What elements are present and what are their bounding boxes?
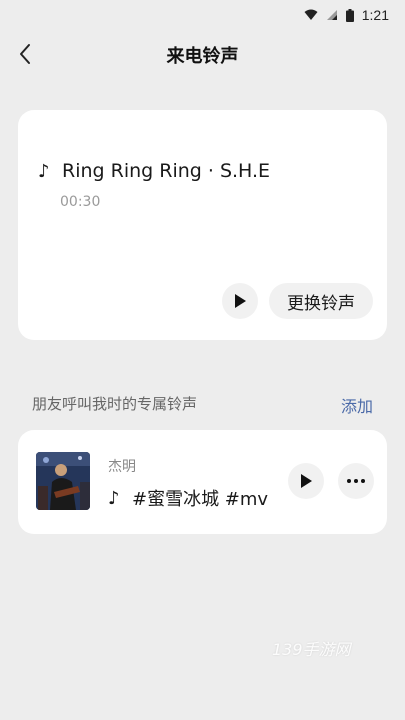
- watermark: 139手游网: [272, 640, 351, 659]
- change-ringtone-button[interactable]: 更换铃声: [269, 283, 373, 319]
- section-title: 朋友呼叫我时的专属铃声: [32, 395, 198, 413]
- more-button[interactable]: [338, 463, 374, 499]
- music-note-icon: ♪: [108, 487, 120, 509]
- ringtone-name: #蜜雪冰城 #mv: [132, 489, 269, 510]
- friend-ringtone: ♪ #蜜雪冰城 #mv: [108, 485, 268, 511]
- more-icon: [347, 479, 365, 483]
- song-title: Ring Ring Ring · S.H.E: [62, 160, 271, 182]
- avatar: [36, 452, 90, 510]
- play-icon: [235, 294, 246, 308]
- header: 来电铃声: [0, 32, 405, 76]
- status-bar: 1:21: [0, 0, 405, 30]
- play-button[interactable]: [288, 463, 324, 499]
- contact-name: 杰明: [108, 459, 136, 475]
- signal-icon: [326, 10, 337, 20]
- wifi-icon: [304, 9, 318, 20]
- friend-ringtone-item[interactable]: 杰明 ♪ #蜜雪冰城 #mv: [18, 430, 387, 534]
- song-duration: 00:30: [60, 194, 101, 210]
- current-song: ♪ Ring Ring Ring · S.H.E: [38, 160, 270, 182]
- add-button[interactable]: 添加: [341, 393, 373, 417]
- play-button[interactable]: [222, 283, 258, 319]
- play-icon: [301, 474, 312, 488]
- status-time: 1:21: [361, 7, 389, 23]
- current-ringtone-card: ♪ Ring Ring Ring · S.H.E 00:30 更换铃声: [18, 110, 387, 340]
- battery-icon: [345, 8, 354, 22]
- music-note-icon: ♪: [38, 160, 50, 182]
- page-title: 来电铃声: [166, 46, 239, 67]
